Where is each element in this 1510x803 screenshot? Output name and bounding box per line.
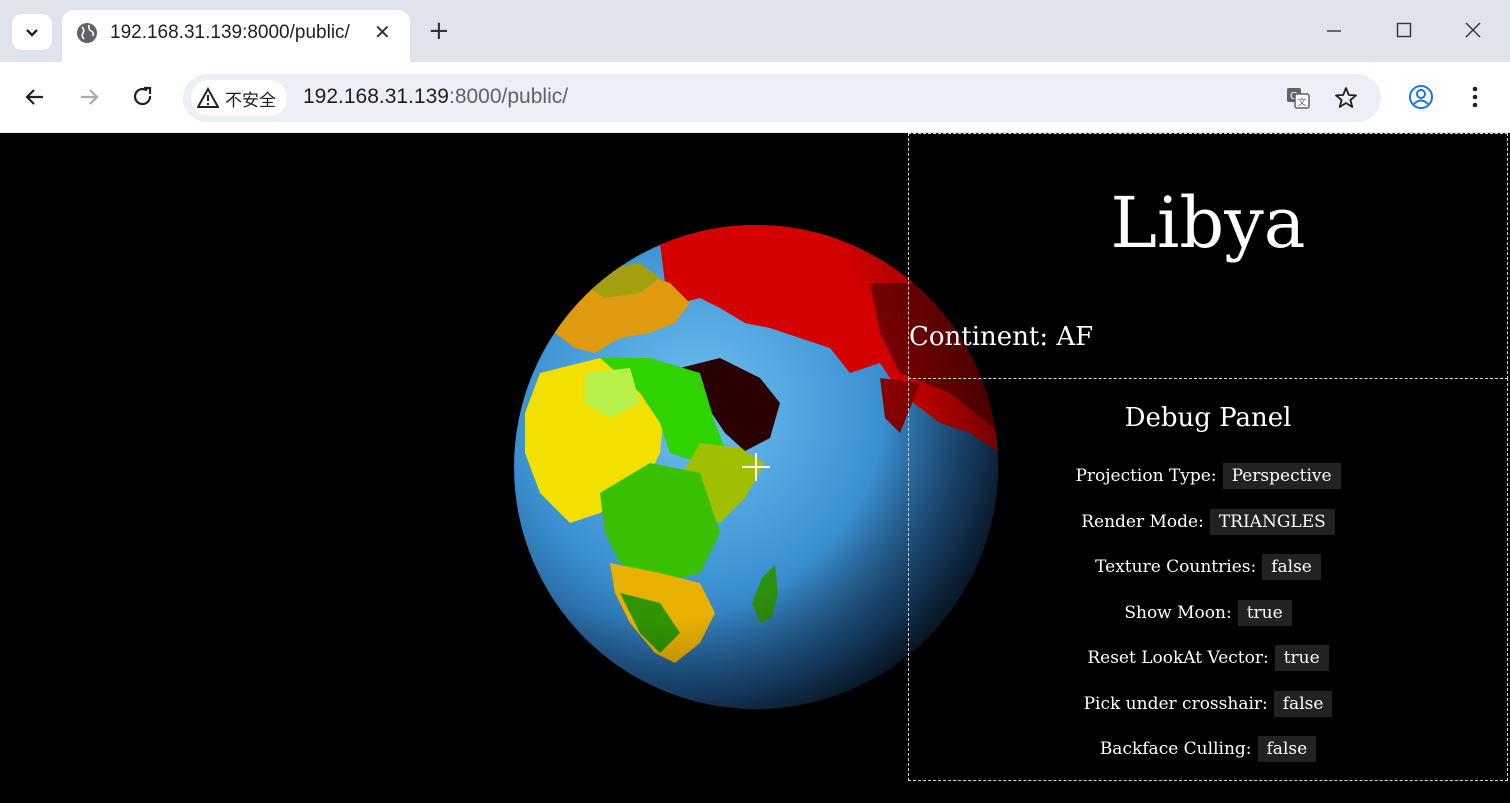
tab-strip: 192.168.31.139:8000/public/ ✕ + [0,0,1510,62]
debug-panel-title: Debug Panel [1124,403,1292,433]
chevron-down-icon [26,29,38,37]
projection-value[interactable]: Perspective [1222,463,1341,489]
debug-label: Render Mode: [1081,512,1204,532]
tab-search-button[interactable] [12,14,52,50]
maximize-icon[interactable] [1392,18,1416,42]
debug-label: Reset LookAt Vector: [1087,648,1269,668]
plus-icon[interactable]: + [428,18,450,44]
debug-row-projection: Projection Type: Perspective [909,463,1507,489]
star-icon[interactable] [1333,85,1359,111]
address-bar[interactable]: 不安全 192.168.31.139:8000/public/ G 文 [183,74,1381,122]
debug-row-reset-lookat: Reset LookAt Vector: true [909,645,1507,671]
url-text[interactable]: 192.168.31.139:8000/public/ [303,85,568,109]
render-mode-value[interactable]: TRIANGLES [1209,509,1335,535]
forward-arrow-icon[interactable] [76,84,102,110]
continent-row: Continent: AF [909,322,1093,352]
debug-row-show-moon: Show Moon: true [909,600,1507,626]
texture-countries-value[interactable]: false [1262,554,1321,580]
continent-value: AF [1056,322,1094,352]
backface-culling-value[interactable]: false [1257,736,1317,762]
browser-toolbar: 不安全 192.168.31.139:8000/public/ G 文 [0,62,1510,133]
kebab-menu-icon[interactable] [1462,84,1488,110]
browser-tab[interactable]: 192.168.31.139:8000/public/ ✕ [62,10,410,62]
window-close-icon[interactable] [1461,18,1485,42]
warning-icon [197,87,219,108]
svg-text:文: 文 [1298,96,1307,108]
continent-label: Continent: [909,322,1049,352]
reload-icon[interactable] [130,84,156,110]
country-name: Libya [1110,182,1306,264]
show-moon-value[interactable]: true [1237,600,1292,626]
debug-panel: Debug Panel Projection Type: Perspective … [908,378,1508,781]
debug-label: Pick under crosshair: [1083,694,1268,714]
debug-row-texture-countries: Texture Countries: false [909,554,1507,580]
back-arrow-icon[interactable] [22,84,48,110]
translate-icon[interactable]: G 文 [1285,85,1311,111]
debug-label: Backface Culling: [1099,739,1252,759]
close-icon[interactable]: ✕ [374,20,391,44]
security-chip[interactable]: 不安全 [191,80,287,116]
debug-label: Projection Type: [1075,466,1217,486]
profile-icon[interactable] [1408,84,1434,110]
globe-icon [77,23,97,43]
security-label: 不安全 [225,90,276,111]
debug-row-backface-culling: Backface Culling: false [909,736,1507,762]
debug-row-pick-crosshair: Pick under crosshair: false [909,691,1507,717]
minimize-icon[interactable] [1322,18,1346,42]
debug-row-render-mode: Render Mode: TRIANGLES [909,509,1507,535]
webgl-canvas[interactable]: Libya Continent: AF Debug Panel Projecti… [0,133,1510,803]
pick-crosshair-value[interactable]: false [1273,691,1333,717]
reset-lookat-value[interactable]: true [1274,645,1329,671]
country-info-panel: Libya Continent: AF [908,133,1508,379]
tab-title: 192.168.31.139:8000/public/ [110,22,350,43]
debug-label: Show Moon: [1124,603,1232,623]
debug-label: Texture Countries: [1095,557,1257,577]
url-rest: :8000/public/ [448,85,569,108]
url-host: 192.168.31.139 [303,85,449,108]
